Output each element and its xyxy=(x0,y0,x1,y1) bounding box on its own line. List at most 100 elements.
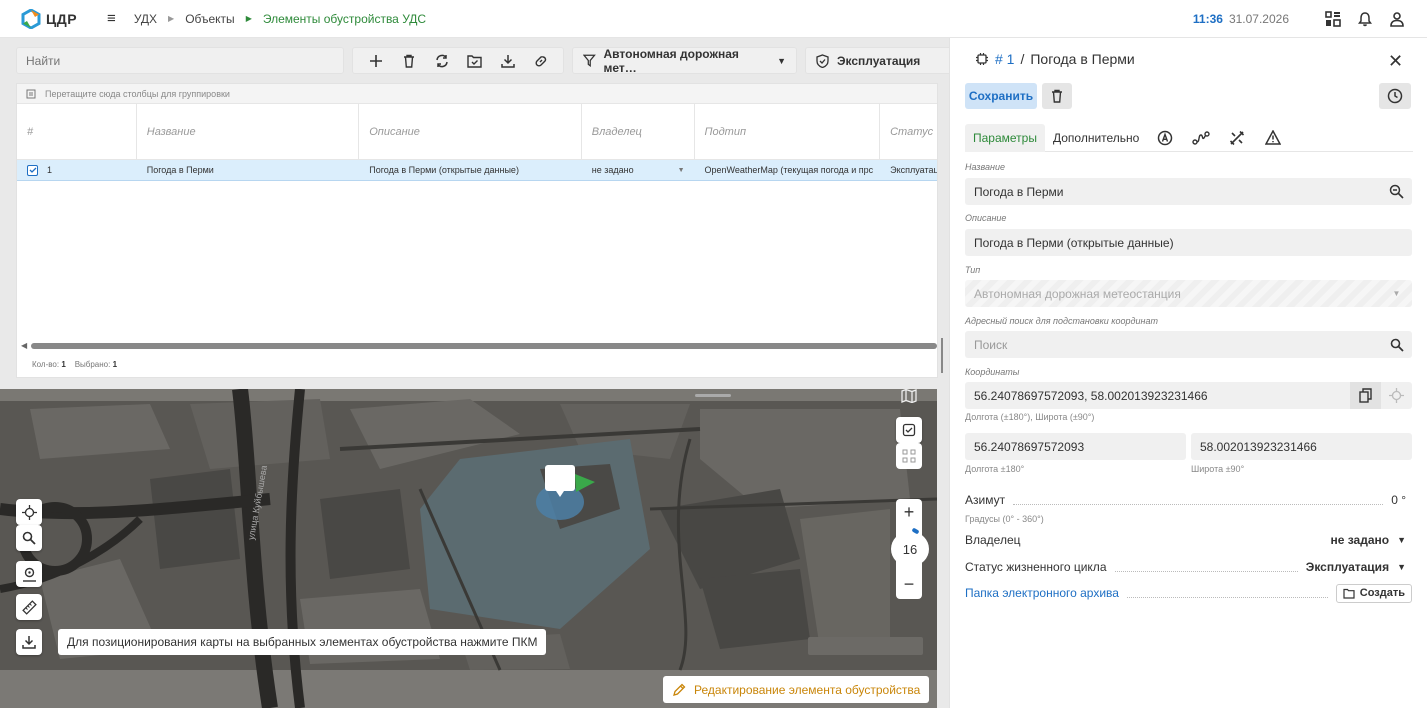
tab-tools[interactable] xyxy=(1219,124,1255,152)
layers-map-button[interactable] xyxy=(896,389,922,409)
count-value: 1 xyxy=(61,360,66,369)
map-download-button[interactable] xyxy=(16,629,42,655)
measure-button[interactable] xyxy=(16,594,42,620)
type-select: Автономная дорожная метеостанция ▼ xyxy=(965,280,1412,307)
refresh-icon[interactable] xyxy=(425,47,458,74)
user-icon[interactable] xyxy=(1389,11,1405,27)
coordinates-label: Координаты xyxy=(965,367,1020,377)
column-header-owner[interactable]: Владелец xyxy=(582,104,695,159)
save-button[interactable]: Сохранить xyxy=(965,83,1037,109)
download-icon[interactable] xyxy=(491,47,524,74)
type-filter[interactable]: Автономная дорожная мет… ▼ xyxy=(572,47,797,75)
coordinates-field[interactable]: 56.24078697572093, 58.002013923231466 xyxy=(965,382,1412,409)
bell-icon[interactable] xyxy=(1357,11,1373,27)
coordinates-hint: Долгота (±180°), Широта (±90°) xyxy=(965,412,1095,422)
download-icon xyxy=(22,636,36,649)
address-search-field[interactable]: Поиск xyxy=(965,331,1412,358)
resize-handle[interactable] xyxy=(695,394,731,397)
place-button[interactable] xyxy=(16,561,42,587)
panel-tabs: Параметры Дополнительно xyxy=(965,123,1413,152)
column-header-subtype[interactable]: Подтип xyxy=(695,104,881,159)
trash-icon xyxy=(1052,89,1062,103)
grid-dots-icon xyxy=(902,449,916,463)
archive-key[interactable]: Папка электронного архива xyxy=(965,586,1119,600)
row-num-cell: 1 xyxy=(17,160,137,180)
description-field[interactable]: Погода в Перми (открытые данные) xyxy=(965,229,1412,256)
link-icon[interactable] xyxy=(524,47,557,74)
group-hint: Перетащите сюда столбцы для группировки xyxy=(45,88,230,99)
longitude-value: 56.24078697572093 xyxy=(974,439,1085,454)
vertical-scrollbar[interactable] xyxy=(941,338,943,373)
lifecycle-row[interactable]: Статус жизненного цикла Эксплуатация ▼ xyxy=(965,558,1412,576)
address-search-placeholder: Поиск xyxy=(974,337,1008,352)
tab-parameters[interactable]: Параметры xyxy=(965,123,1045,152)
row-checkbox[interactable] xyxy=(27,164,38,176)
tab-attributes[interactable] xyxy=(1147,124,1183,152)
breadcrumb-item-elements[interactable]: Элементы обустройства УДС xyxy=(263,12,426,26)
menu-icon[interactable]: ≡ xyxy=(107,10,116,27)
logo[interactable]: ЦДР xyxy=(21,8,77,29)
edit-element-label: Редактирование элемента обустройства xyxy=(694,682,921,697)
owner-row[interactable]: Владелец не задано ▼ xyxy=(965,531,1412,549)
search-icon[interactable] xyxy=(1381,331,1412,358)
azimuth-row[interactable]: Азимут 0 ° xyxy=(965,491,1412,509)
lifecycle-value: Эксплуатация xyxy=(1305,560,1390,574)
create-folder-button[interactable]: Создать xyxy=(1335,583,1412,603)
folder-check-icon[interactable] xyxy=(458,47,491,74)
pick-location-icon[interactable] xyxy=(1381,382,1412,409)
count-label: Кол-во: xyxy=(32,360,60,369)
zoom-in-icon[interactable]: + xyxy=(896,499,922,525)
shield-check-icon xyxy=(816,53,829,68)
dotted-leader xyxy=(1013,495,1384,505)
zoom-out-icon[interactable]: − xyxy=(896,571,922,597)
map-search-button[interactable] xyxy=(16,525,42,551)
tab-route[interactable] xyxy=(1183,124,1219,152)
trash-icon[interactable] xyxy=(392,47,425,74)
tab-additional[interactable]: Дополнительно xyxy=(1045,124,1147,152)
close-icon[interactable]: ✕ xyxy=(1388,51,1403,72)
row-owner-cell[interactable]: не задано ▼ xyxy=(582,160,695,180)
column-header-name[interactable]: Название xyxy=(137,104,360,159)
map-icon xyxy=(901,389,917,403)
grid-footer: Кол-во: 1 Выбрано: 1 xyxy=(32,360,117,369)
row-subtype: OpenWeatherMap (текущая погода и прс xyxy=(704,165,874,175)
locate-button[interactable] xyxy=(16,499,42,525)
elements-grid: Перетащите сюда столбцы для группировки … xyxy=(16,83,938,378)
copy-icon[interactable] xyxy=(1350,382,1381,409)
status-filter[interactable]: Эксплуатация xyxy=(805,47,965,74)
apps-icon[interactable] xyxy=(1325,11,1341,27)
dotted-leader xyxy=(1126,588,1328,598)
column-header-description[interactable]: Описание xyxy=(359,104,582,159)
delete-button[interactable] xyxy=(1042,83,1072,109)
chevron-down-icon: ▼ xyxy=(777,55,786,66)
scroll-left-icon[interactable]: ◀ xyxy=(21,341,27,350)
search-input[interactable] xyxy=(16,47,344,74)
select-map-button[interactable] xyxy=(896,417,922,443)
table-row[interactable]: 1 Погода в Перми Погода в Перми (открыты… xyxy=(17,160,937,181)
name-field[interactable]: Погода в Перми xyxy=(965,178,1412,205)
horizontal-scrollbar[interactable] xyxy=(31,343,937,349)
tab-warnings[interactable] xyxy=(1255,124,1291,152)
grid-map-button[interactable] xyxy=(896,443,922,469)
column-header-num[interactable]: # xyxy=(17,104,137,159)
chevron-down-icon: ▼ xyxy=(1392,289,1401,298)
azimuth-hint: Градусы (0° - 360°) xyxy=(965,514,1044,524)
details-panel: # 1 / Погода в Перми ✕ Сохранить Парамет… xyxy=(949,38,1427,708)
top-bar: ЦДР ≡ УДХ ▶ Объекты ▶ Элементы обустройс… xyxy=(0,0,1427,38)
longitude-field[interactable]: 56.24078697572093 xyxy=(965,433,1186,460)
group-panel[interactable]: Перетащите сюда столбцы для группировки xyxy=(17,84,937,104)
latitude-hint: Широта ±90° xyxy=(1191,464,1245,474)
row-name: Погода в Перми xyxy=(146,165,214,175)
logo-icon xyxy=(21,8,41,29)
map-view[interactable]: улица Куйбышева Для позиционирования кар… xyxy=(0,389,937,708)
add-icon[interactable] xyxy=(359,47,392,74)
latitude-field[interactable]: 58.002013923231466 xyxy=(1191,433,1412,460)
history-button[interactable] xyxy=(1379,83,1411,109)
breadcrumb-item-objects[interactable]: Объекты xyxy=(185,12,235,26)
column-header-status[interactable]: Статус xyxy=(880,104,937,159)
breadcrumb-item-udh[interactable]: УДХ xyxy=(134,12,157,26)
element-number: # 1 xyxy=(995,51,1015,67)
row-num: 1 xyxy=(47,165,53,175)
zoom-out-icon[interactable] xyxy=(1381,178,1412,205)
edit-element-button[interactable]: Редактирование элемента обустройства xyxy=(663,676,930,703)
